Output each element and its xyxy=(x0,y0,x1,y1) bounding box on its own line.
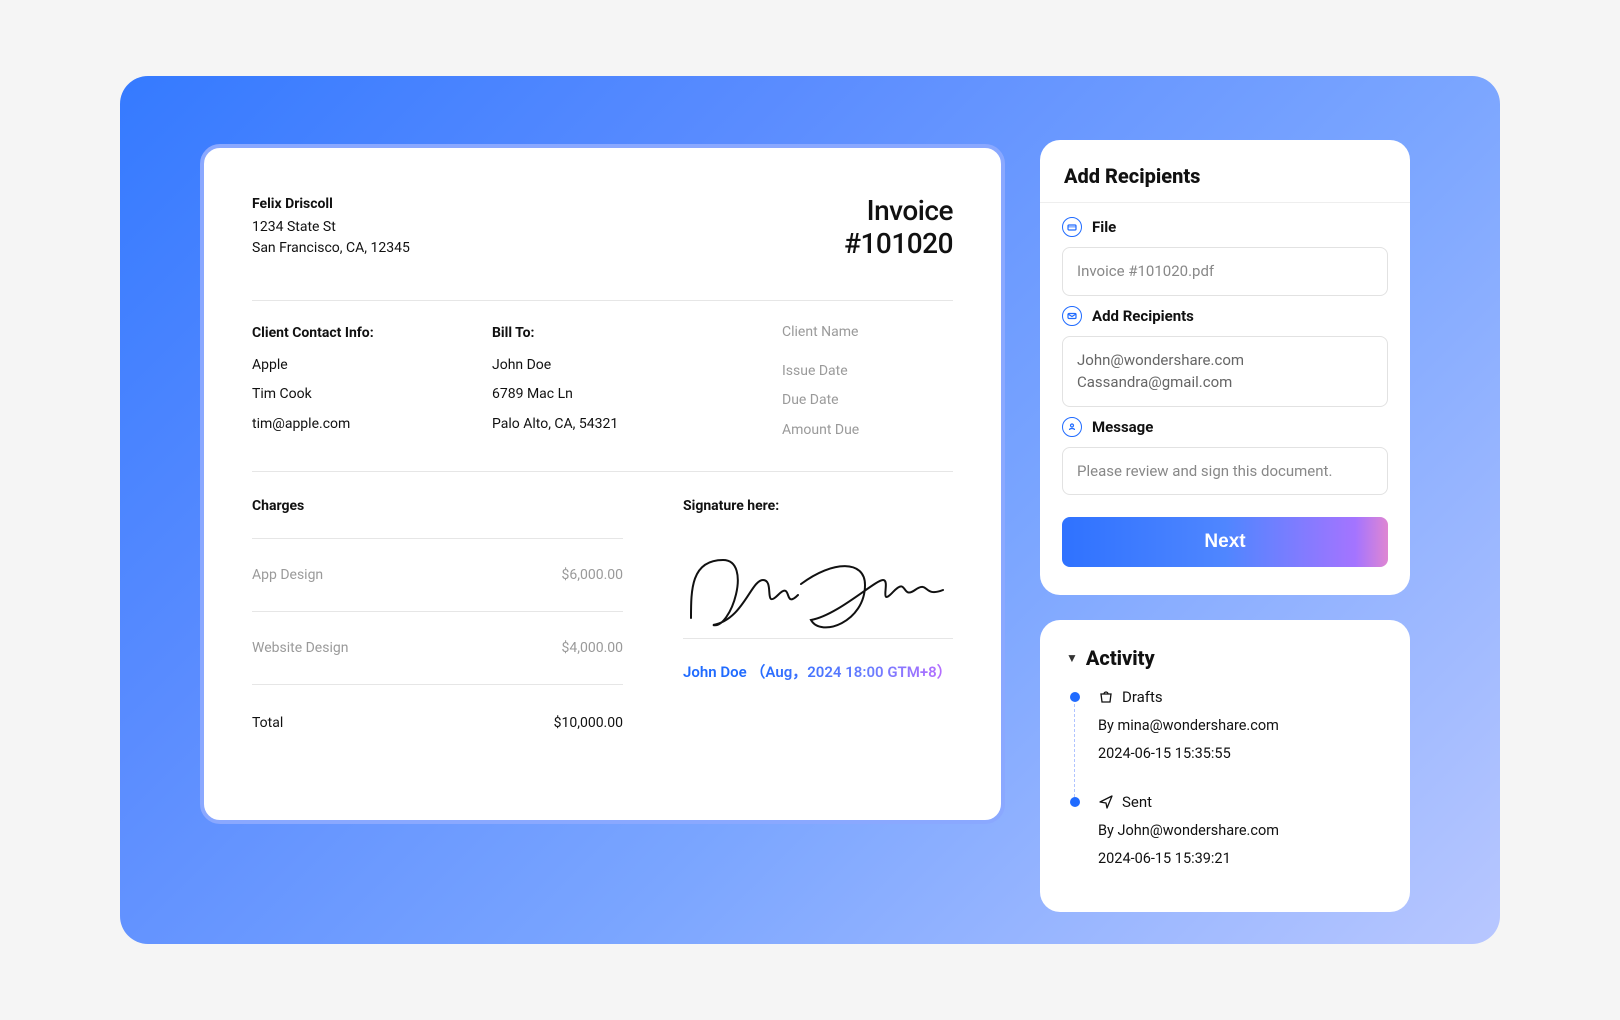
signature-date: （Aug，2024 18:00 GTM+8） xyxy=(750,663,951,681)
chevron-down-icon: ▼ xyxy=(1066,651,1078,665)
mail-icon xyxy=(1062,306,1082,326)
meta-client-name: Client Name xyxy=(782,325,953,339)
client-contact-head: Client Contact Info: xyxy=(252,325,492,341)
signature-icon xyxy=(683,540,953,630)
charges-head: Charges xyxy=(252,498,623,530)
divider xyxy=(683,638,953,639)
signature-name: John Doe xyxy=(683,663,747,681)
activity-panel: ▼ Activity Drafts By mina@wondershare.co… xyxy=(1040,620,1410,912)
sender-block: Felix Driscoll 1234 State St San Francis… xyxy=(252,194,410,259)
activity-title-text: Activity xyxy=(1086,646,1155,670)
meta-issue-date: Issue Date xyxy=(782,357,953,386)
divider xyxy=(252,538,623,539)
activity-timestamp: 2024-06-15 15:39:21 xyxy=(1098,845,1384,873)
message-label: Message xyxy=(1062,417,1388,437)
signature-head: Signature here: xyxy=(683,498,953,530)
timeline-dot-icon xyxy=(1070,692,1080,702)
signature-block: Signature here: John Doe （Aug，2024 18:00… xyxy=(683,498,953,731)
timeline-dot-icon xyxy=(1070,797,1080,807)
bag-icon xyxy=(1098,689,1114,705)
next-button[interactable]: Next xyxy=(1062,517,1388,567)
file-input[interactable]: Invoice #101020.pdf xyxy=(1062,247,1388,296)
bill-to-head: Bill To: xyxy=(492,325,782,341)
activity-by: By mina@wondershare.com xyxy=(1098,712,1384,740)
timeline-line xyxy=(1074,704,1075,797)
charge-amount: $6,000.00 xyxy=(561,567,623,583)
activity-timestamp: 2024-06-15 15:35:55 xyxy=(1098,740,1384,768)
file-label: File xyxy=(1062,217,1388,237)
bill-name: John Doe xyxy=(492,351,782,380)
add-recipients-label-text: Add Recipients xyxy=(1092,307,1194,325)
activity-by: By John@wondershare.com xyxy=(1098,817,1384,845)
add-recipients-title: Add Recipients xyxy=(1062,158,1388,202)
sender-addr2: San Francisco, CA, 12345 xyxy=(252,238,410,259)
activity-title[interactable]: ▼ Activity xyxy=(1066,646,1384,670)
total-row: Total $10,000.00 xyxy=(252,693,623,731)
charges-block: Charges App Design $6,000.00 Website Des… xyxy=(252,498,623,731)
activity-item: Drafts By mina@wondershare.com 2024-06-1… xyxy=(1070,688,1384,767)
sender-name: Felix Driscoll xyxy=(252,194,410,215)
invoice-title: Invoice xyxy=(844,194,953,227)
client-company: Apple xyxy=(252,351,492,380)
add-recipients-label: Add Recipients xyxy=(1062,306,1388,326)
bill-addr2: Palo Alto, CA, 54321 xyxy=(492,410,782,439)
charge-row: Website Design $4,000.00 xyxy=(252,620,623,676)
total-amount: $10,000.00 xyxy=(554,715,623,731)
activity-item: Sent By John@wondershare.com 2024-06-15 … xyxy=(1070,793,1384,872)
person-icon xyxy=(1062,417,1082,437)
activity-status: Drafts xyxy=(1122,688,1163,706)
invoice-title-block: Invoice #101020 xyxy=(844,194,953,260)
signature-caption: John Doe （Aug，2024 18:00 GTM+8） xyxy=(683,647,953,682)
meta-due-date: Due Date xyxy=(782,386,953,415)
total-label: Total xyxy=(252,715,283,731)
client-contact-col: Client Contact Info: Apple Tim Cook tim@… xyxy=(252,325,492,445)
sender-addr1: 1234 State St xyxy=(252,217,410,238)
file-icon xyxy=(1062,217,1082,237)
divider xyxy=(252,611,623,612)
charge-amount: $4,000.00 xyxy=(561,640,623,656)
charge-label: Website Design xyxy=(252,640,348,656)
charge-label: App Design xyxy=(252,567,323,583)
divider xyxy=(1040,202,1410,203)
add-recipients-panel: Add Recipients File Invoice #101020.pdf … xyxy=(1040,140,1410,595)
invoice-number: #101020 xyxy=(844,227,953,260)
message-label-text: Message xyxy=(1092,418,1153,436)
client-contact: Tim Cook xyxy=(252,380,492,409)
activity-status: Sent xyxy=(1122,793,1152,811)
file-label-text: File xyxy=(1092,218,1116,236)
client-email: tim@apple.com xyxy=(252,410,492,439)
recipients-input[interactable]: John@wondershare.com Cassandra@gmail.com xyxy=(1062,336,1388,407)
signature-image xyxy=(683,530,953,630)
meta-col: Client Name Issue Date Due Date Amount D… xyxy=(782,325,953,445)
bill-to-col: Bill To: John Doe 6789 Mac Ln Palo Alto,… xyxy=(492,325,782,445)
divider xyxy=(252,684,623,685)
send-icon xyxy=(1098,794,1114,810)
meta-amount-due: Amount Due xyxy=(782,416,953,445)
message-input[interactable]: Please review and sign this document. xyxy=(1062,447,1388,496)
invoice-card: Felix Driscoll 1234 State St San Francis… xyxy=(200,144,1005,824)
divider xyxy=(252,300,953,301)
divider xyxy=(252,471,953,472)
charge-row: App Design $6,000.00 xyxy=(252,547,623,603)
bill-addr1: 6789 Mac Ln xyxy=(492,380,782,409)
